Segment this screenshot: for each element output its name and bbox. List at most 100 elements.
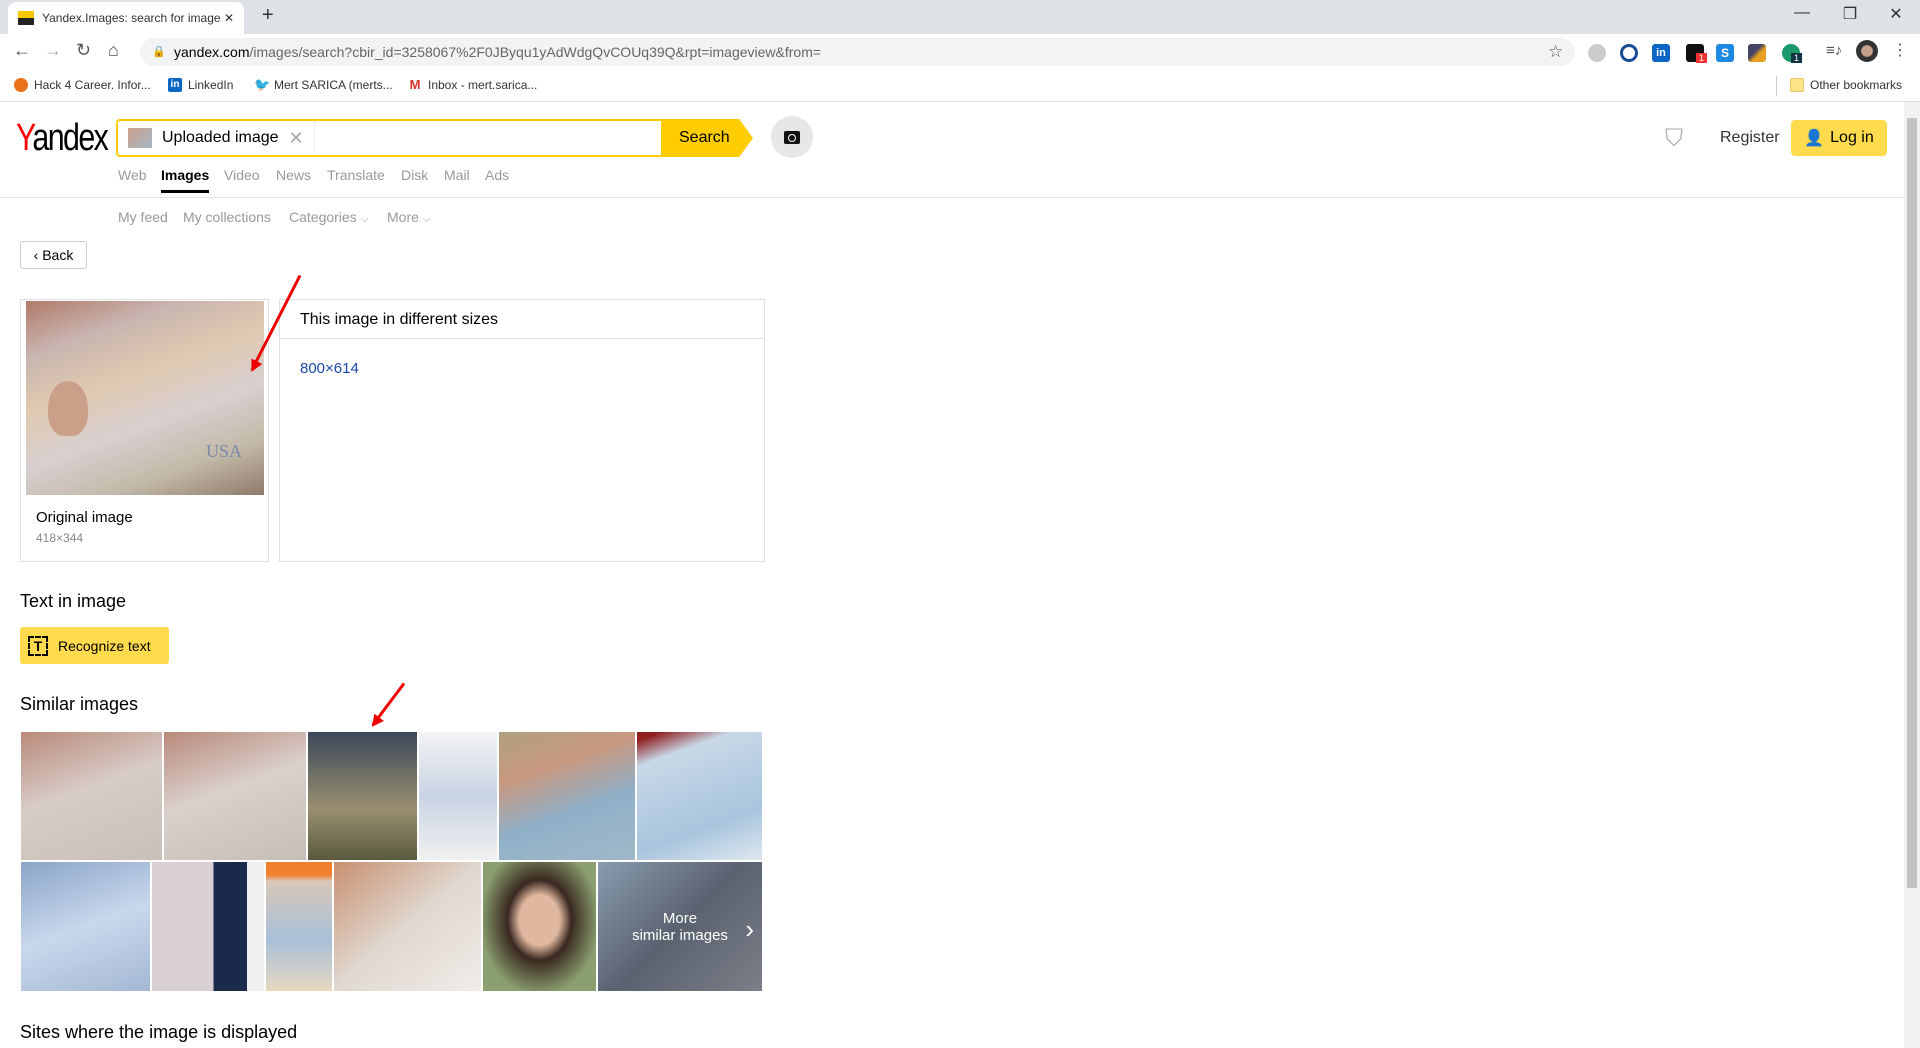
annotation-arrow (371, 682, 406, 726)
linkedin-extension-icon[interactable]: in (1652, 44, 1670, 62)
original-image[interactable]: USA (26, 301, 264, 495)
address-bar[interactable]: yandex.com/images/search?cbir_id=3258067… (140, 38, 1575, 66)
sizes-card: This image in different sizes 800×614 (279, 299, 765, 562)
subnav-label: Categories (289, 209, 357, 225)
header-divider (0, 197, 1905, 198)
size-link[interactable]: 800×614 (300, 360, 359, 377)
bookmark-linkedin[interactable]: in LinkedIn (168, 78, 233, 92)
shield-check-icon[interactable]: ⛉ (1665, 125, 1683, 153)
forward-arrow-icon[interactable]: → (44, 40, 62, 61)
divider (1776, 76, 1777, 96)
similar-image[interactable] (151, 861, 265, 992)
scrollbar-thumb[interactable] (1907, 118, 1917, 888)
search-button[interactable]: Search (661, 119, 753, 157)
extension-icon[interactable]: 1 (1686, 44, 1708, 63)
original-image-size: 418×344 (36, 531, 84, 545)
original-image-card[interactable]: USA Original image 418×344 (20, 299, 269, 562)
user-icon: 👤 (1804, 130, 1825, 147)
bookmark-label: Inbox - mert.sarica... (428, 78, 538, 92)
similar-image[interactable] (333, 861, 482, 992)
service-mail[interactable]: Mail (444, 167, 470, 183)
bookmark-star-icon[interactable]: ☆ (1548, 42, 1563, 62)
similar-image[interactable] (163, 731, 307, 861)
search-input[interactable]: Uploaded image ✕ (116, 119, 662, 157)
camera-search-button[interactable] (771, 116, 813, 158)
bookmarks-bar: Hack 4 Career. Infor... in LinkedIn 🐦 Mert… (0, 70, 1920, 102)
yandex-logo[interactable]: Yandex (16, 117, 109, 160)
subnav-more[interactable]: More ⌵ (387, 209, 430, 225)
service-ads[interactable]: Ads (485, 167, 509, 183)
profile-avatar[interactable] (1856, 40, 1878, 62)
back-arrow-icon[interactable]: ← (13, 40, 31, 61)
minimize-button[interactable]: — (1782, 4, 1822, 22)
chip-label: Uploaded image (162, 129, 279, 146)
service-web[interactable]: Web (118, 167, 147, 183)
subnav-label: More (387, 209, 419, 225)
restore-button[interactable]: ❐ (1830, 4, 1870, 24)
url-path: /images/search?cbir_id=3258067%2F0JByqu1… (249, 44, 822, 60)
service-disk[interactable]: Disk (401, 167, 428, 183)
gmail-icon: M (409, 77, 421, 92)
similar-image[interactable] (265, 861, 333, 992)
bookmark-hack4career[interactable]: Hack 4 Career. Infor... (14, 78, 151, 92)
similar-image[interactable] (307, 731, 418, 861)
more-label-2: similar images (632, 926, 728, 944)
similar-image[interactable] (418, 731, 498, 861)
text-recognition-icon: T (28, 635, 48, 656)
bookmark-label: Hack 4 Career. Infor... (34, 78, 151, 92)
similar-image[interactable] (20, 861, 151, 992)
logo-y: Y (16, 117, 34, 159)
bookmark-gmail[interactable]: M Inbox - mert.sarica... (408, 77, 538, 93)
url-host: yandex.com (174, 44, 250, 60)
service-news[interactable]: News (276, 167, 311, 183)
passport-photo (48, 381, 88, 436)
close-window-button[interactable]: ✕ (1876, 4, 1916, 24)
original-image-label: Original image (36, 509, 133, 526)
chevron-left-icon: ‹ (33, 247, 43, 263)
media-control-icon[interactable]: ≡♪ (1826, 42, 1842, 59)
subnav-categories[interactable]: Categories ⌵ (289, 209, 368, 225)
similar-image[interactable] (482, 861, 597, 992)
chevron-down-icon: ⌵ (422, 214, 431, 225)
similar-image[interactable] (20, 731, 163, 861)
chevron-right-icon: › (745, 914, 754, 944)
similar-images-heading: Similar images (20, 694, 139, 714)
uploaded-image-thumbnail (128, 128, 152, 148)
yandex-favicon-icon (18, 11, 34, 25)
clear-icon[interactable]: ✕ (289, 128, 304, 149)
new-tab-button[interactable]: + (262, 4, 274, 27)
service-video[interactable]: Video (224, 167, 260, 183)
sites-heading: Sites where the image is displayed (20, 1022, 298, 1042)
login-button[interactable]: 👤 Log in (1791, 120, 1887, 156)
similar-image[interactable] (636, 731, 763, 861)
similar-image[interactable] (498, 731, 636, 861)
more-similar-images-button[interactable]: More similar images › (597, 861, 763, 992)
bookmark-label: Mert SARICA (merts... (274, 78, 393, 92)
blocker-extension-icon[interactable] (1620, 44, 1638, 62)
more-label: More (662, 909, 698, 927)
recognize-text-button[interactable]: T Recognize text (20, 627, 169, 664)
tab-strip (0, 0, 1920, 34)
subnav-my-feed[interactable]: My feed (118, 209, 168, 225)
menu-dots-icon[interactable]: ⋮ (1892, 40, 1908, 60)
bookmark-twitter[interactable]: 🐦 Mert SARICA (merts... (254, 77, 393, 93)
register-link[interactable]: Register (1720, 129, 1780, 147)
lock-icon[interactable]: 🔒 (152, 45, 166, 58)
reload-icon[interactable]: ↻ (76, 40, 91, 61)
service-translate[interactable]: Translate (327, 167, 385, 183)
skype-extension-icon[interactable]: S (1716, 44, 1734, 62)
other-bookmarks[interactable]: Other bookmarks (1790, 78, 1902, 92)
globe-extension-icon[interactable] (1588, 44, 1606, 62)
twitter-icon: 🐦 (254, 77, 271, 92)
browser-tab[interactable]: Yandex.Images: search for image ✕ (8, 2, 244, 34)
download-extension-icon[interactable] (1748, 44, 1766, 62)
shield-extension-icon[interactable]: 1 (1782, 44, 1803, 63)
close-tab-icon[interactable]: ✕ (224, 11, 234, 25)
subnav-my-collections[interactable]: My collections (183, 209, 271, 225)
back-button[interactable]: ‹ Back (20, 241, 87, 269)
service-images[interactable]: Images (161, 167, 210, 193)
uploaded-image-chip[interactable]: Uploaded image ✕ (118, 121, 315, 155)
home-icon[interactable]: ⌂ (108, 40, 119, 61)
bookmark-icon (14, 78, 28, 92)
chevron-down-icon: ⌵ (360, 214, 369, 225)
